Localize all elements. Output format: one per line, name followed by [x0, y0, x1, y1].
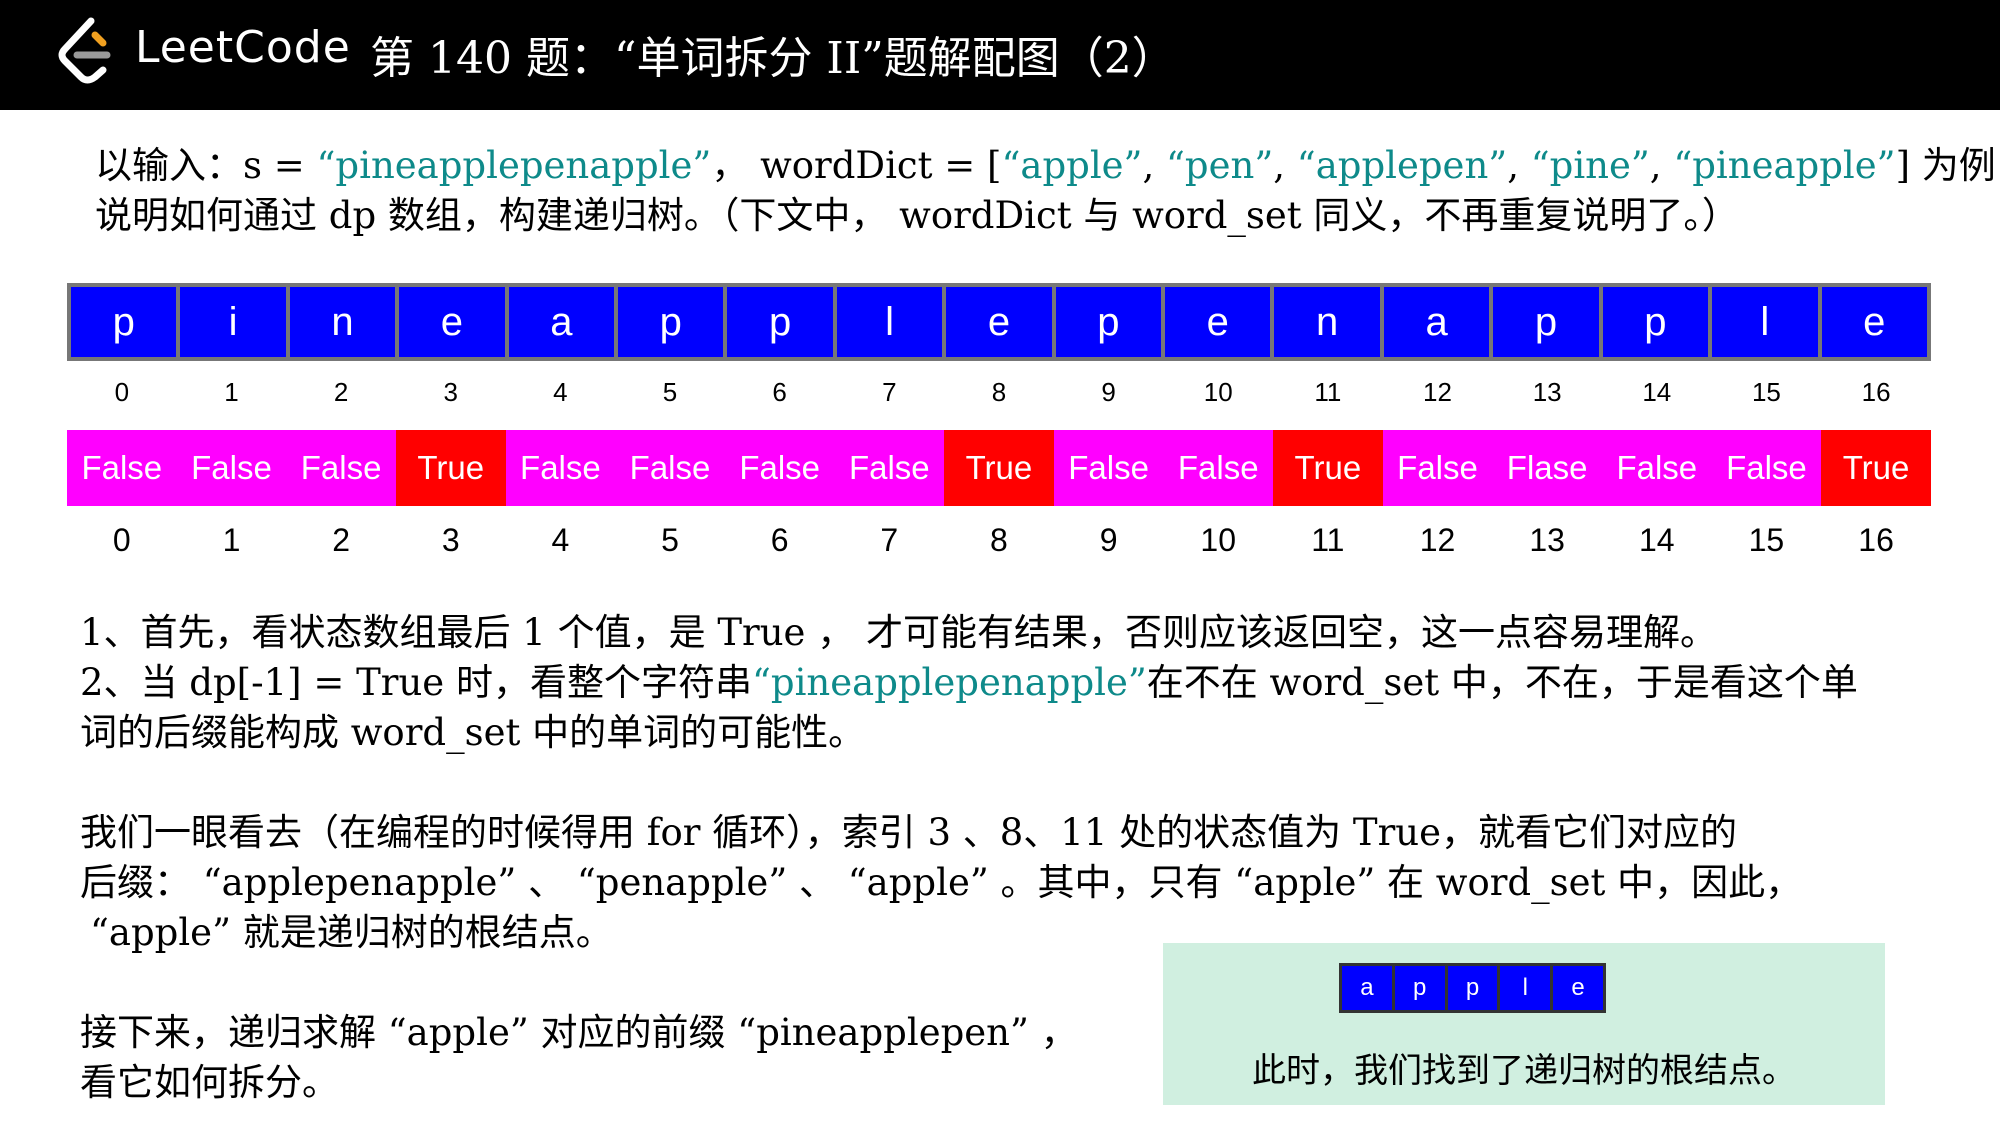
dp-index: 7 — [880, 522, 899, 558]
dp-cell: False — [505, 430, 616, 506]
char-index: 15 — [1751, 377, 1781, 407]
char-cell: p — [618, 287, 724, 357]
analysis-line-1: 我们一眼看去（在编程的时候得用 for 循环），索引 3 、8、11 处的状态值… — [80, 811, 1737, 854]
dp-cell: False — [724, 430, 835, 506]
dp-index: 14 — [1638, 522, 1675, 558]
char-cell: a — [1383, 287, 1490, 357]
step-1-text: 1、首先，看状态数组最后 1 个值，是 True ， 才可能有结果，否则应该返回… — [80, 611, 1717, 654]
char-cell: l — [836, 287, 943, 357]
dp-cell: False — [1053, 430, 1164, 506]
dp-cell: False — [1382, 430, 1493, 506]
dp-index: 5 — [661, 522, 679, 558]
char-cell: p — [1493, 287, 1599, 357]
char-index: 1 — [224, 377, 239, 407]
root-word-char: p — [1447, 966, 1498, 1010]
dp-cell: False — [834, 430, 945, 506]
char-index: 12 — [1423, 377, 1452, 407]
dp-index: 8 — [990, 522, 1008, 558]
callout-caption: 此时，我们找到了递归树的根结点。 — [1252, 1051, 1796, 1091]
next-line-1: 接下来，递归求解 “apple” 对应的前缀 “pineapplepen” ， — [80, 1011, 1078, 1054]
dp-cell: True — [1821, 430, 1931, 506]
char-index: 16 — [1861, 377, 1891, 407]
char-index: 9 — [1101, 377, 1116, 407]
analysis-line-2: 后缀： “applepenapple” 、 “penapple” 、 “appl… — [80, 861, 1803, 904]
dp-index: 12 — [1419, 522, 1456, 558]
root-word-char: l — [1500, 966, 1551, 1010]
intro-line-1: 以输入：s = “pineapplepenapple”， wordDict = … — [95, 144, 2000, 187]
dp-cell: False — [1711, 430, 1822, 506]
dp-state-array: False False False True False False False False T… — [67, 430, 1931, 506]
char-index: 7 — [882, 377, 897, 407]
char-cell: n — [1274, 287, 1380, 357]
char-cell: p — [1055, 287, 1162, 357]
char-index: 3 — [443, 377, 458, 407]
char-cell: e — [1165, 287, 1271, 357]
leetcode-logo-icon — [58, 17, 111, 84]
char-index: 13 — [1532, 377, 1562, 407]
dp-index: 15 — [1748, 522, 1785, 558]
char-cell: l — [1712, 287, 1818, 357]
char-index: 4 — [553, 377, 568, 407]
char-index: 8 — [991, 377, 1007, 407]
char-index-row: 0 1 2 3 4 5 6 7 8 9 10 11 12 13 14 15 16 — [67, 377, 1931, 408]
char-index: 14 — [1642, 377, 1672, 407]
dp-cell: False — [1163, 430, 1274, 506]
dp-cell: False — [1601, 430, 1712, 506]
dp-index: 3 — [441, 522, 460, 558]
page-title: 第 140 题：“单词拆分 II”题解配图（2） — [370, 33, 1176, 84]
char-cell: p — [727, 287, 833, 357]
dp-cell: False — [176, 430, 287, 506]
intro-line-2: 说明如何通过 dp 数组，构建递归树。（下文中， wordDict 与 word… — [95, 194, 1739, 237]
char-cell: i — [180, 287, 286, 357]
char-index: 5 — [662, 377, 678, 407]
root-word-char: e — [1553, 966, 1603, 1010]
brand-name: LeetCode — [135, 22, 351, 73]
dp-index: 11 — [1311, 522, 1345, 558]
dp-index: 9 — [1099, 522, 1118, 558]
dp-cell: False — [67, 430, 177, 506]
root-word-char: p — [1394, 966, 1445, 1010]
dp-index: 16 — [1858, 522, 1894, 558]
dp-cell: False — [286, 430, 396, 506]
step-2-text-cont: 词的后缀能构成 word_set 中的单词的可能性。 — [80, 711, 866, 754]
char-cell: p — [1602, 287, 1709, 357]
next-line-2: 看它如何拆分。 — [80, 1061, 339, 1104]
string-char-array: pineapplepenapple — [67, 283, 1931, 361]
char-cell: e — [946, 287, 1052, 357]
dp-index: 0 — [112, 522, 131, 558]
root-word-array: apple — [1339, 963, 1606, 1013]
char-index: 2 — [333, 377, 349, 407]
dp-cell: False — [615, 430, 725, 506]
char-index: 11 — [1314, 377, 1342, 407]
dp-index: 10 — [1200, 522, 1237, 558]
dp-index: 2 — [332, 522, 350, 558]
dp-index: 1 — [222, 522, 241, 558]
char-index: 0 — [114, 377, 130, 407]
dp-index: 6 — [770, 522, 789, 558]
char-index: 10 — [1203, 377, 1233, 407]
char-cell: p — [71, 287, 177, 357]
analysis-line-3: “apple” 就是递归树的根结点。 — [90, 911, 613, 954]
title-bar: LeetCode 第 140 题：“单词拆分 II”题解配图（2） — [0, 0, 2000, 110]
dp-index-row: 0 1 2 3 4 5 6 7 8 9 10 11 12 13 14 15 16 — [67, 522, 1931, 559]
step-2-text: 2、当 dp[-1] = True 时，看整个字符串“pineapplepena… — [80, 661, 1858, 704]
char-cell: n — [289, 287, 396, 357]
dp-index: 4 — [551, 522, 570, 558]
dp-cell: True — [395, 430, 506, 506]
dp-index: 13 — [1529, 522, 1565, 558]
root-word-char: a — [1342, 966, 1392, 1010]
root-node-callout: apple 此时，我们找到了递归树的根结点。 — [1163, 943, 1885, 1105]
dp-cell: True — [944, 430, 1054, 506]
char-cell: e — [399, 287, 505, 357]
dp-cell: Flase — [1492, 430, 1602, 506]
char-cell: a — [508, 287, 615, 357]
char-index: 6 — [772, 377, 787, 407]
char-cell: e — [1821, 287, 1927, 357]
dp-cell: True — [1273, 430, 1383, 506]
